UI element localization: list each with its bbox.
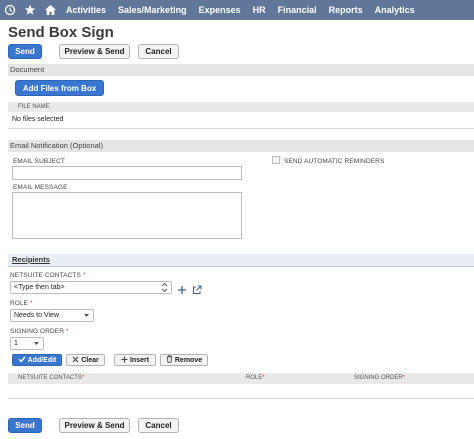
no-files-message: No files selected <box>12 116 64 123</box>
signing-order-value: 1 <box>14 340 18 347</box>
col-role: ROLE* <box>246 373 265 383</box>
col-signing-order-label: SIGNING ORDER <box>354 375 403 381</box>
nav-reports[interactable]: Reports <box>323 0 369 20</box>
insert-label: Insert <box>129 356 150 364</box>
required-mark: * <box>30 300 33 307</box>
email-message-field[interactable] <box>12 192 242 239</box>
netsuite-contacts-label: NETSUITE CONTACTS * <box>10 272 85 279</box>
add-edit-label: Add/Edit <box>27 356 57 364</box>
recent-records-icon[interactable] <box>0 0 20 20</box>
role-chevron-down-icon[interactable] <box>83 310 90 325</box>
remove-button[interactable]: Remove <box>160 354 208 366</box>
send-button-bottom[interactable]: Send <box>8 418 42 433</box>
cancel-button-bottom[interactable]: Cancel <box>138 418 179 433</box>
signing-order-select[interactable]: 1 <box>10 337 44 350</box>
clear-button[interactable]: Clear <box>66 354 105 366</box>
send-reminders-label: SEND AUTOMATIC REMINDERS <box>284 158 385 165</box>
document-section-header: Document <box>8 64 474 76</box>
add-contact-icon[interactable] <box>177 282 187 300</box>
nav-financial[interactable]: Financial <box>272 0 323 20</box>
trash-icon <box>166 355 173 365</box>
nav-hr[interactable]: HR <box>247 0 272 20</box>
required-mark: * <box>81 375 85 381</box>
add-files-from-box-button[interactable]: Add Files from Box <box>15 80 104 96</box>
email-subject-field[interactable] <box>12 166 242 180</box>
recipients-table-header: NETSUITE CONTACTS* ROLE* SIGNING ORDER* <box>8 373 474 384</box>
open-link-icon[interactable] <box>192 282 202 300</box>
recipients-tab-bar <box>8 254 474 266</box>
preview-send-button-bottom[interactable]: Preview & Send <box>59 418 130 433</box>
star-icon[interactable] <box>20 0 40 20</box>
file-name-column-header: FILE NAME <box>8 102 474 112</box>
required-mark: * <box>82 272 86 279</box>
top-nav: Activities Sales/Marketing Expenses HR F… <box>0 0 474 20</box>
email-section-header: Email Notification (Optional) <box>8 140 474 152</box>
insert-button[interactable]: Insert <box>114 354 156 366</box>
role-select[interactable]: Needs to View <box>10 309 94 322</box>
nav-expenses[interactable]: Expenses <box>193 0 247 20</box>
send-reminders-checkbox[interactable] <box>272 156 280 164</box>
add-edit-button[interactable]: Add/Edit <box>12 354 62 366</box>
role-label: ROLE * <box>10 300 33 307</box>
nav-activities[interactable]: Activities <box>60 0 112 20</box>
signing-order-chevron-down-icon[interactable] <box>33 338 40 353</box>
tab-recipients-label: Recipients <box>12 255 50 264</box>
clear-x-icon <box>72 356 79 365</box>
signing-order-label-text: SIGNING ORDER <box>10 328 65 335</box>
tab-divider <box>8 266 474 267</box>
page-title: Send Box Sign <box>8 24 114 41</box>
role-label-text: ROLE <box>10 300 29 307</box>
netsuite-contacts-label-text: NETSUITE CONTACTS <box>10 272 81 279</box>
netsuite-contacts-placeholder: <Type then tab> <box>14 284 65 291</box>
signing-order-label: SIGNING ORDER * <box>10 328 69 335</box>
nav-analytics[interactable]: Analytics <box>369 0 421 20</box>
clear-label: Clear <box>81 356 99 364</box>
contacts-chevron-icon[interactable] <box>161 282 168 297</box>
col-signing-order: SIGNING ORDER* <box>354 373 405 383</box>
required-mark: * <box>402 375 406 381</box>
email-subject-label: EMAIL SUBJECT <box>13 158 65 165</box>
home-icon[interactable] <box>40 0 60 20</box>
required-mark: * <box>262 375 265 381</box>
col-netsuite-contacts: NETSUITE CONTACTS* <box>18 373 84 383</box>
col-netsuite-contacts-label: NETSUITE CONTACTS <box>18 375 82 381</box>
netsuite-contacts-field[interactable]: <Type then tab> <box>10 281 172 294</box>
role-select-value: Needs to View <box>14 312 60 319</box>
required-mark: * <box>65 328 69 335</box>
document-divider <box>8 128 474 129</box>
preview-send-button-top[interactable]: Preview & Send <box>59 44 130 59</box>
send-button-top[interactable]: Send <box>8 44 42 59</box>
cancel-button-top[interactable]: Cancel <box>138 44 179 59</box>
col-role-label: ROLE <box>246 375 263 381</box>
check-icon <box>18 355 26 365</box>
nav-sales-marketing[interactable]: Sales/Marketing <box>112 0 193 20</box>
recipients-table-divider <box>8 398 474 399</box>
email-message-label: EMAIL MESSAGE <box>13 184 68 191</box>
remove-label: Remove <box>174 356 203 364</box>
plus-icon <box>121 356 128 365</box>
